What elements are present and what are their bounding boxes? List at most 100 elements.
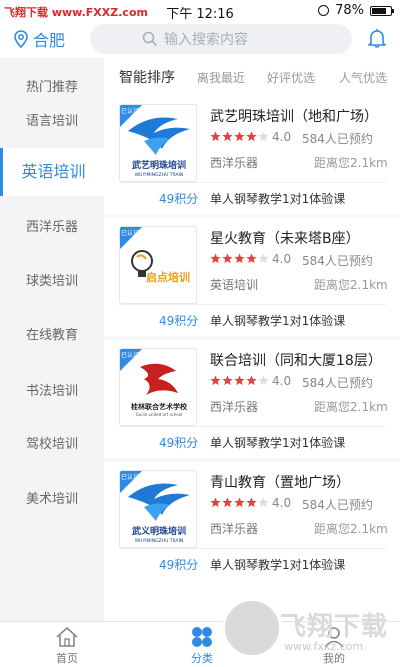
booked-count: 584人已预约 — [302, 132, 373, 146]
listing-category: 西洋乐器 — [210, 522, 259, 536]
points-value: 49积分 — [159, 436, 199, 450]
sidebar-item-online-education[interactable]: 在线教育 — [0, 324, 104, 343]
search-icon — [142, 31, 158, 47]
sidebar-item-driving-school[interactable]: 驾校培训 — [0, 433, 104, 452]
watermark-badge: 飞翔下载 www.fxxz.com — [222, 598, 392, 660]
rating-value: 4.0 — [272, 252, 292, 266]
sidebar-item-hot[interactable]: 热门推荐 — [0, 76, 104, 95]
star-icon — [222, 131, 233, 142]
battery-icon — [370, 5, 394, 16]
location-pin-icon — [14, 30, 28, 48]
sidebar-item-western-instruments[interactable]: 西洋乐器 — [0, 216, 104, 235]
booked-count: 584人已预约 — [302, 498, 373, 512]
battery-percent: 78% — [335, 3, 364, 18]
listing-category: 西洋乐器 — [210, 156, 259, 170]
listing-distance: 距离您2.1km — [314, 522, 388, 536]
listing-card[interactable]: 启点培训 已认证 星火教育（未来塔B座） 4.0 584人已预约 英语培训 距离… — [104, 218, 400, 340]
points-value: 49积分 — [159, 558, 199, 572]
logo-text: 武义明珠培训 — [132, 525, 186, 537]
listing-distance: 距离您2.1km — [314, 156, 388, 170]
course-name[interactable]: 单人钢琴教学1对1体验课 — [210, 434, 345, 451]
course-name[interactable]: 单人钢琴教学1对1体验课 — [210, 190, 345, 207]
home-icon — [56, 626, 78, 647]
alarm-icon — [318, 5, 330, 16]
logo-text: 武艺明珠培训 — [132, 159, 186, 171]
location-selector[interactable]: 合肥 — [14, 27, 65, 51]
star-rating — [210, 375, 269, 386]
star-icon — [222, 497, 233, 508]
sidebar-item-calligraphy[interactable]: 书法培训 — [0, 380, 104, 399]
status-right: 78% — [318, 3, 394, 18]
star-icon — [246, 375, 257, 386]
points-value: 49积分 — [159, 192, 199, 206]
certified-badge: 已认证 — [121, 474, 140, 481]
listing-name: 武艺明珠培训（地和广场） — [210, 109, 378, 125]
watermark-badge-url: www.fxxz.com — [284, 640, 364, 653]
listing-card[interactable]: 武艺明珠培训 WUYIMINGZHU TRAIN 已认证 武艺明珠培训（地和广场… — [104, 96, 400, 218]
sort-smart[interactable]: 智能排序 — [119, 67, 175, 87]
status-bar: 飞翔下载 www.FXXZ.com 下午 12:16 78% — [0, 0, 400, 22]
listing-category: 英语培训 — [210, 278, 259, 292]
star-icon — [246, 131, 257, 142]
tab-label: 分类 — [191, 652, 213, 665]
sidebar-item-english[interactable]: 英语培训 — [0, 148, 104, 196]
logo-subtext: WUYIMINGZHU TRAIN — [135, 172, 184, 178]
sidebar-item-ball-sports[interactable]: 球类培训 — [0, 270, 104, 289]
divider — [119, 182, 386, 183]
logo-text: 桂林联合艺术学校 — [130, 402, 188, 411]
listing-name: 星火教育（未来塔B座） — [210, 231, 360, 247]
certified-badge: 已认证 — [121, 230, 140, 237]
star-icon — [258, 131, 269, 142]
category-clover-icon — [192, 627, 212, 647]
rating-value: 4.0 — [272, 130, 292, 144]
divider — [119, 548, 386, 549]
star-icon — [234, 497, 245, 508]
star-rating — [210, 497, 269, 508]
certified-badge: 已认证 — [121, 108, 140, 115]
category-sidebar: 热门推荐 语言培训 英语培训 西洋乐器 球类培训 在线教育 书法培训 驾校培训 … — [0, 58, 104, 621]
listing-card[interactable]: 桂林联合艺术学校 Guilin united art school 已认证 联合… — [104, 340, 400, 462]
star-icon — [246, 253, 257, 264]
city-label: 合肥 — [33, 31, 66, 50]
course-name[interactable]: 单人钢琴教学1对1体验课 — [210, 556, 345, 573]
sidebar-item-language[interactable]: 语言培训 — [0, 110, 104, 129]
rating-value: 4.0 — [272, 374, 292, 388]
listing-distance: 距离您2.1km — [314, 400, 388, 414]
star-icon — [210, 253, 221, 264]
star-icon — [234, 375, 245, 386]
bell-icon[interactable] — [368, 28, 386, 48]
logo-subtext: WUYIMINGZHU TRAIN — [135, 538, 184, 544]
search-placeholder: 输入搜索内容 — [164, 32, 248, 48]
star-icon — [258, 497, 269, 508]
listing-logo: 武艺明珠培训 WUYIMINGZHU TRAIN 已认证 — [119, 104, 197, 182]
course-name[interactable]: 单人钢琴教学1对1体验课 — [210, 312, 345, 329]
sort-bar: 智能排序 离我最近 好评优选 人气优选 — [104, 62, 400, 92]
header: 合肥 输入搜索内容 — [0, 22, 400, 58]
watermark-badge-text: 飞翔下载 — [280, 612, 389, 642]
sort-top-rated[interactable]: 好评优选 — [267, 69, 315, 86]
listing-logo: 武义明珠培训 WUYIMINGZHU TRAIN 已认证 — [119, 470, 197, 548]
star-icon — [234, 253, 245, 264]
star-icon — [222, 375, 233, 386]
star-icon — [258, 375, 269, 386]
listing-name: 青山教育（置地广场） — [210, 475, 350, 491]
booked-count: 584人已预约 — [302, 254, 373, 268]
certified-badge: 已认证 — [121, 352, 140, 359]
sort-nearest[interactable]: 离我最近 — [197, 69, 245, 86]
listing-card[interactable]: 武义明珠培训 WUYIMINGZHU TRAIN 已认证 青山教育（置地广场） … — [104, 462, 400, 584]
logo-text: 启点培训 — [146, 270, 190, 284]
tab-label: 首页 — [56, 652, 78, 665]
points-value: 49积分 — [159, 314, 199, 328]
sort-popular[interactable]: 人气优选 — [339, 69, 387, 86]
logo-subtext: Guilin united art school — [136, 412, 183, 417]
star-icon — [222, 253, 233, 264]
booked-count: 584人已预约 — [302, 376, 373, 390]
divider — [119, 304, 386, 305]
tab-home[interactable]: 首页 — [17, 622, 117, 667]
rating-value: 4.0 — [272, 496, 292, 510]
divider — [119, 426, 386, 427]
search-input[interactable]: 输入搜索内容 — [90, 24, 352, 54]
star-icon — [234, 131, 245, 142]
sidebar-item-art[interactable]: 美术培训 — [0, 488, 104, 507]
star-icon — [210, 497, 221, 508]
